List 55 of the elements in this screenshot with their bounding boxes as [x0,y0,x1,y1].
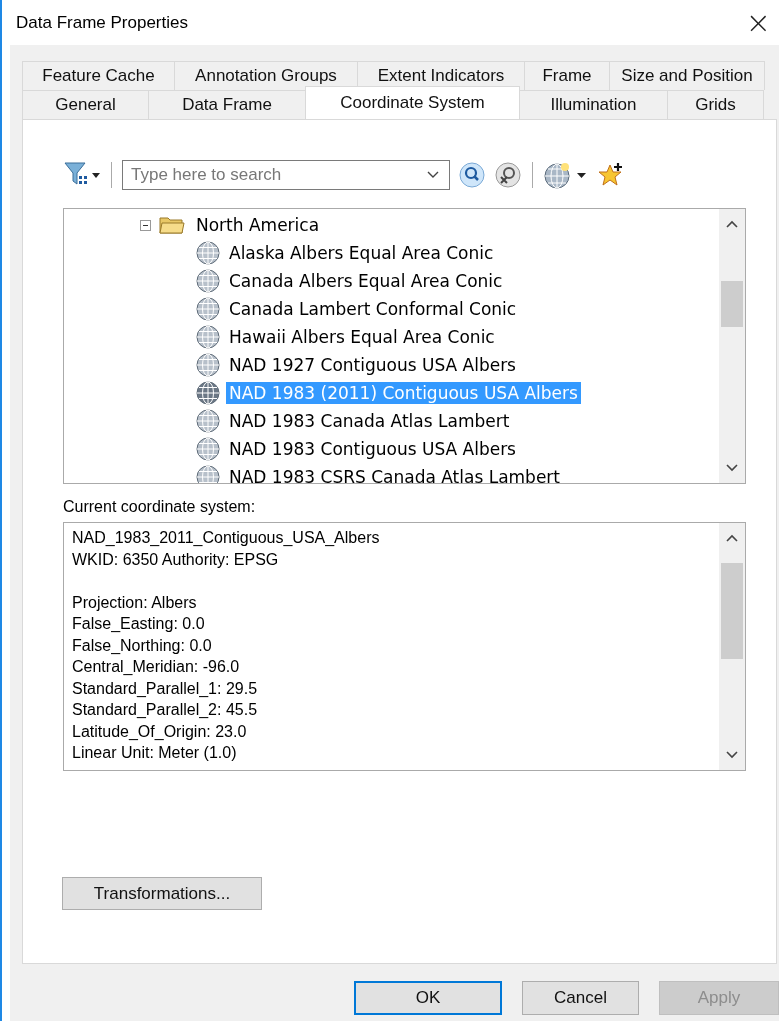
globe-icon [196,241,220,265]
info-line: Linear Unit: Meter (1.0) [72,744,237,761]
chevron-down-icon[interactable] [725,463,739,473]
info-line: Latitude_Of_Origin: 23.0 [72,722,247,740]
chevron-down-icon[interactable] [426,170,440,180]
tree-item[interactable]: NAD 1927 Contiguous USA Albers [226,354,519,376]
chevron-down-icon[interactable] [725,750,739,760]
chevron-up-icon[interactable] [725,219,739,229]
globe-icon [196,381,220,405]
search-icon[interactable] [458,161,486,189]
globe-icon[interactable] [543,160,589,190]
folder-icon [159,215,185,235]
tab[interactable]: Coordinate System [305,86,520,119]
chevron-up-icon[interactable] [725,533,739,543]
collapse-icon[interactable] [140,219,151,231]
tree-item[interactable]: Alaska Albers Equal Area Conic [226,242,497,264]
window-title: Data Frame Properties [16,12,188,33]
search-field[interactable]: Type here to search [122,160,450,190]
info-line: Standard_Parallel_2: 45.5 [72,701,258,718]
scroll-thumb[interactable] [721,281,743,327]
info-line: Central_Meridian: -96.0 [72,658,240,675]
star-add-icon[interactable] [597,161,625,189]
info-line: NAD_1983_2011_Contiguous_USA_Albers [72,529,380,546]
tab[interactable]: Size and Position [609,61,765,90]
info-line: WKID: 6350 Authority: EPSG [72,550,279,568]
scrollbar[interactable] [719,523,745,770]
tree-item[interactable]: NAD 1983 Contiguous USA Albers [226,438,519,460]
section-label: Current coordinate system: [63,498,257,516]
globe-icon [196,297,220,321]
tree-item[interactable]: NAD 1983 Canada Atlas Lambert [226,410,513,432]
transformations-button[interactable]: Transformations... [62,877,262,910]
globe-icon [196,353,220,377]
scrollbar[interactable] [719,209,745,483]
tab[interactable]: Grids [667,90,764,119]
tab[interactable]: General [22,90,149,119]
globe-icon [196,325,220,349]
info-line: False_Northing: 0.0 [72,636,212,654]
globe-icon [196,465,220,483]
tab[interactable]: Feature Cache [22,61,175,90]
dialog-button[interactable]: Cancel [522,981,639,1015]
globe-icon [196,409,220,433]
tree-item[interactable]: North America [193,214,323,236]
info-line: Standard_Parallel_1: 29.5 [72,679,258,697]
close-button[interactable]: × [737,5,779,40]
dialog-button[interactable]: OK [354,981,502,1015]
info-line: Projection: Albers [72,593,197,611]
globe-icon [196,437,220,461]
globe-icon [196,269,220,293]
tree-item[interactable]: NAD 1983 CSRS Canada Atlas Lambert [226,466,564,483]
tree-item[interactable]: Canada Albers Equal Area Conic [226,270,506,292]
tree-item[interactable]: Hawaii Albers Equal Area Conic [226,326,498,348]
tree-item[interactable]: Canada Lambert Conformal Conic [226,298,520,320]
info-line: False_Easting: 0.0 [72,615,205,632]
scroll-thumb[interactable] [721,563,743,659]
clear-search-icon[interactable] [494,161,522,189]
